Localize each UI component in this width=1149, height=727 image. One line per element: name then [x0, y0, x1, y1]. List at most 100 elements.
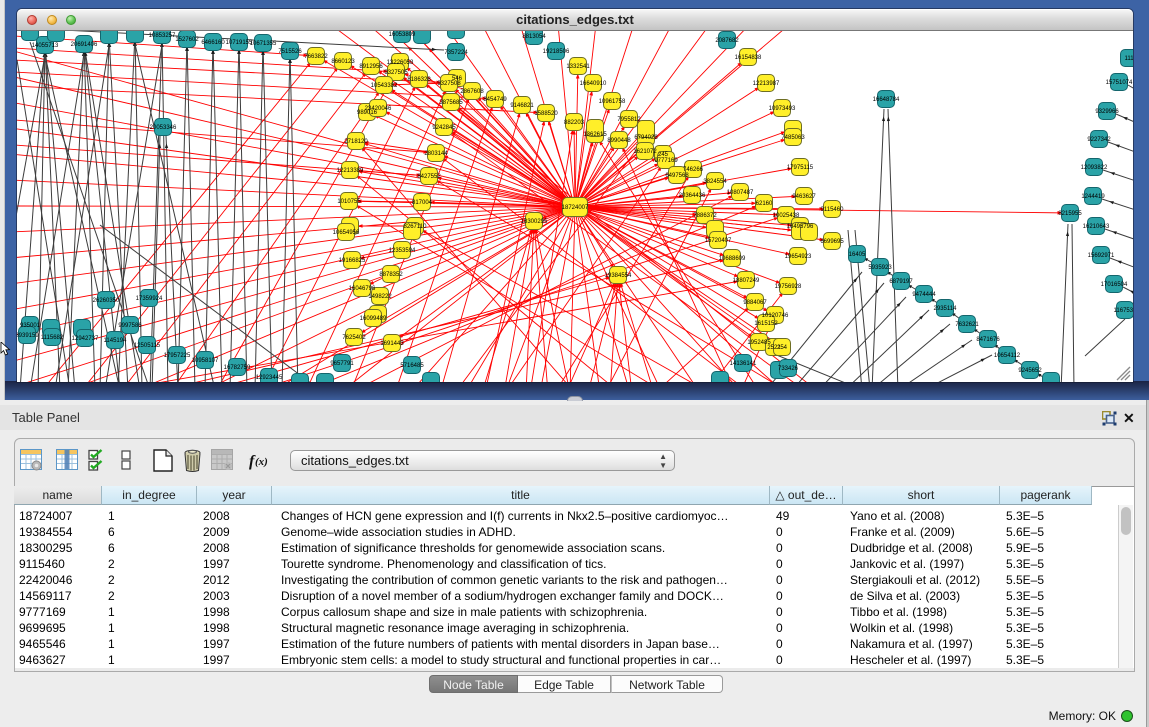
svg-text:7485063: 7485063	[781, 135, 805, 141]
svg-text:8939159: 8939159	[17, 333, 39, 339]
svg-text:3875685: 3875685	[439, 100, 463, 106]
svg-text:6497568: 6497568	[665, 173, 689, 179]
svg-text:14136141: 14136141	[730, 361, 757, 367]
svg-text:1588520: 1588520	[534, 111, 558, 117]
svg-text:7625402: 7625402	[342, 335, 366, 341]
svg-text:6466160: 6466160	[201, 40, 225, 46]
svg-text:1145194: 1145194	[104, 338, 128, 344]
svg-text:9997586: 9997586	[118, 323, 142, 329]
svg-text:16046796: 16046796	[349, 286, 376, 292]
svg-text:9327505: 9327505	[384, 70, 408, 76]
svg-text:6879197: 6879197	[889, 279, 913, 285]
svg-text:9474444: 9474444	[912, 292, 936, 298]
svg-text:817004: 817004	[412, 200, 433, 206]
svg-text:16154838: 16154838	[735, 55, 762, 61]
svg-text:10120746: 10120746	[762, 313, 789, 319]
svg-text:10654112: 10654112	[994, 353, 1021, 359]
svg-text:10671355: 10671355	[250, 41, 277, 47]
svg-text:12093822: 12093822	[1081, 165, 1108, 171]
svg-text:9463627: 9463627	[792, 194, 816, 200]
svg-text:6699695: 6699695	[820, 239, 844, 245]
svg-text:8215955: 8215955	[1058, 211, 1082, 217]
svg-text:10807487: 10807487	[727, 190, 754, 196]
svg-text:1362615: 1362615	[583, 132, 607, 138]
svg-text:10543382: 10543382	[371, 83, 398, 89]
svg-text:12213987: 12213987	[753, 81, 780, 87]
svg-text:9327508: 9327508	[437, 81, 461, 87]
svg-text:5716485: 5716485	[400, 363, 424, 369]
svg-text:254: 254	[777, 345, 788, 351]
svg-text:8813054: 8813054	[522, 34, 546, 40]
svg-text:7886372: 7886372	[693, 213, 717, 219]
svg-text:1332541: 1332541	[566, 64, 590, 70]
svg-text:19756928: 19756928	[775, 284, 802, 290]
svg-text:15751074: 15751074	[1106, 80, 1133, 86]
svg-text:15720407: 15720407	[705, 238, 732, 244]
svg-text:16782759: 16782759	[224, 365, 251, 371]
svg-text:2935114: 2935114	[934, 306, 958, 312]
svg-text:935001: 935001	[20, 323, 41, 329]
svg-text:16210643: 16210643	[1083, 224, 1110, 230]
svg-text:62160: 62160	[756, 201, 773, 207]
svg-text:13226058: 13226058	[387, 60, 414, 66]
svg-text:17957225: 17957225	[164, 353, 191, 359]
svg-text:1010755: 1010755	[337, 199, 361, 205]
svg-text:9242845: 9242845	[432, 125, 456, 131]
svg-text:9245652: 9245652	[1018, 368, 1042, 374]
svg-text:19654923: 19654923	[785, 254, 812, 260]
svg-text:733426: 733426	[778, 366, 799, 372]
svg-text:2087682: 2087682	[715, 38, 739, 44]
svg-text:16495796: 16495796	[787, 224, 814, 230]
svg-text:1615152: 1615152	[754, 321, 778, 327]
svg-text:17016504: 17016504	[1101, 282, 1128, 288]
svg-text:9657791: 9657791	[330, 361, 354, 367]
svg-text:15692971: 15692971	[1088, 253, 1115, 259]
svg-text:10654956: 10654956	[333, 230, 360, 236]
svg-text:16053809: 16053809	[389, 32, 416, 38]
svg-text:1691443: 1691443	[380, 341, 404, 347]
svg-text:2867608: 2867608	[460, 89, 484, 95]
svg-text:9227342: 9227342	[1087, 137, 1111, 143]
svg-text:1167533: 1167533	[1114, 308, 1133, 314]
svg-text:7515526: 7515526	[278, 49, 302, 55]
svg-text:8186328: 8186328	[407, 77, 431, 83]
svg-text:(x): (x)	[255, 456, 268, 468]
svg-text:19384554: 19384554	[605, 273, 632, 279]
svg-text:9777169: 9777169	[654, 158, 678, 164]
svg-text:7632621: 7632621	[955, 322, 979, 328]
svg-text:8660123: 8660123	[331, 59, 355, 65]
svg-text:1621072: 1621072	[633, 149, 657, 155]
svg-text:12213389: 12213389	[337, 168, 364, 174]
svg-text:18724007: 18724007	[562, 205, 589, 211]
svg-text:9884067: 9884067	[743, 300, 767, 306]
svg-text:26260350: 26260350	[93, 298, 120, 304]
svg-text:111: 111	[1124, 56, 1133, 62]
svg-text:9146821: 9146821	[510, 103, 534, 109]
svg-text:17975115: 17975115	[787, 165, 814, 171]
svg-text:1244419: 1244419	[1081, 194, 1105, 200]
svg-text:7663822: 7663822	[304, 54, 328, 60]
svg-text:10853257: 10853257	[149, 33, 176, 39]
svg-text:1527602: 1527602	[175, 37, 199, 43]
svg-text:23420046: 23420046	[365, 106, 392, 112]
svg-text:18807249: 18807249	[733, 278, 760, 284]
svg-text:10958107: 10958107	[192, 358, 219, 364]
svg-text:5935923: 5935923	[868, 265, 892, 271]
svg-text:8454749: 8454749	[483, 97, 507, 103]
svg-text:12923445: 12923445	[256, 375, 283, 381]
svg-text:3824554: 3824554	[703, 179, 727, 185]
svg-text:16640910: 16640910	[580, 81, 607, 87]
svg-text:6794028: 6794028	[634, 135, 658, 141]
svg-text:7955812: 7955812	[617, 117, 641, 123]
svg-text:8912956: 8912956	[359, 64, 383, 70]
svg-text:14055713: 14055713	[32, 43, 59, 49]
svg-text:1115682: 1115682	[41, 335, 64, 341]
svg-text:9329966: 9329966	[1095, 109, 1119, 115]
svg-text:19218506: 19218506	[543, 49, 570, 55]
svg-text:8878352: 8878352	[379, 272, 403, 278]
svg-text:2803144: 2803144	[424, 151, 448, 157]
svg-text:2718120: 2718120	[344, 139, 368, 145]
svg-text:16405: 16405	[849, 252, 866, 258]
svg-text:10961758: 10961758	[599, 99, 626, 105]
svg-text:10025438: 10025438	[773, 213, 800, 219]
